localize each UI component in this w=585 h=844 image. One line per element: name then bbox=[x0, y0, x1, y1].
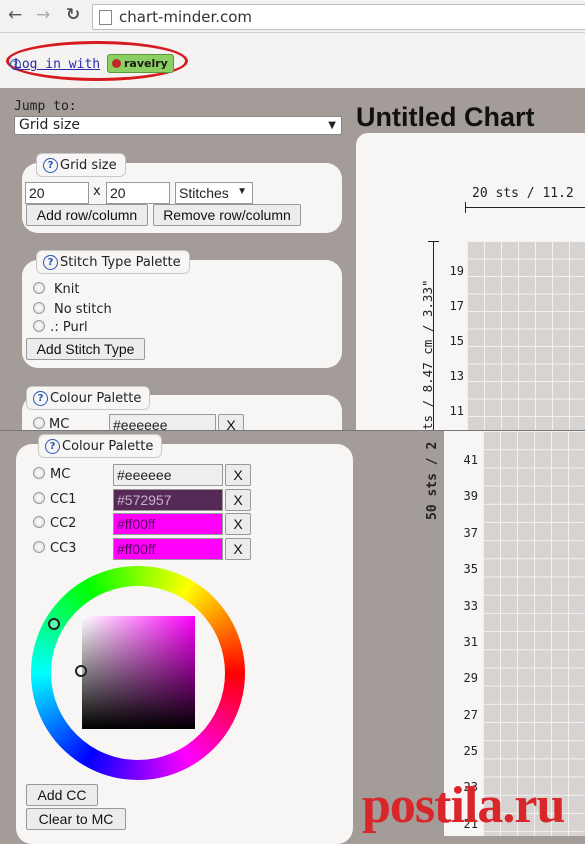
address-bar[interactable]: chart-minder.com bbox=[92, 4, 585, 30]
colour-radio-cc3[interactable] bbox=[33, 541, 45, 553]
width-measure-tick bbox=[465, 202, 466, 213]
chart-width-measure: 20 sts / 11.2 bbox=[472, 186, 574, 201]
row-number: 37 bbox=[463, 526, 478, 540]
colour-swatch-cc3[interactable]: #ff00ff bbox=[113, 538, 223, 560]
colour-swatch-cc2[interactable]: #ff00ff bbox=[113, 513, 223, 535]
row-number: 35 bbox=[463, 562, 478, 576]
row-number: 29 bbox=[463, 671, 478, 685]
colour-palette-legend: ? Colour Palette bbox=[38, 434, 163, 458]
remove-cc1-button[interactable]: X bbox=[225, 489, 251, 511]
row-number: 19 bbox=[449, 264, 464, 278]
colour-label-mc: MC bbox=[50, 467, 71, 482]
row-number: 11 bbox=[449, 404, 464, 418]
jump-selected-value: Grid size bbox=[19, 117, 80, 133]
hue-handle[interactable] bbox=[48, 618, 60, 630]
ravelry-label: ravelry bbox=[124, 57, 168, 70]
ravelry-badge[interactable]: ravelry bbox=[107, 54, 174, 73]
help-icon[interactable]: ? bbox=[43, 255, 58, 270]
stitch-radio-knit[interactable] bbox=[33, 282, 45, 294]
colour-swatch-cc1[interactable]: #572957 bbox=[113, 489, 223, 511]
chart-title: Untitled Chart bbox=[356, 102, 535, 132]
help-icon[interactable]: ? bbox=[45, 439, 60, 454]
dropdown-arrow-icon: ▼ bbox=[237, 186, 247, 197]
colour-radio-mc-top[interactable] bbox=[33, 417, 45, 429]
row-number: 13 bbox=[449, 369, 464, 383]
colour-radio-cc2[interactable] bbox=[33, 516, 45, 528]
chart-grid-top[interactable] bbox=[467, 241, 585, 431]
add-cc-button[interactable]: Add CC bbox=[26, 784, 98, 806]
dropdown-arrow-icon: ▼ bbox=[328, 120, 336, 131]
add-row-column-button[interactable]: Add row/column bbox=[26, 204, 148, 226]
row-number: 33 bbox=[463, 599, 478, 613]
colour-swatch-mc[interactable]: #eeeeee bbox=[113, 464, 223, 486]
sv-handle[interactable] bbox=[75, 665, 87, 677]
stitch-radio-no-stitch[interactable] bbox=[33, 302, 45, 314]
grid-unit-value: Stitches bbox=[179, 185, 229, 201]
stitch-palette-title: Stitch Type Palette bbox=[60, 255, 181, 270]
grid-width-input[interactable]: 20 bbox=[25, 182, 89, 204]
row-number: 41 bbox=[463, 453, 478, 467]
width-measure-line bbox=[465, 207, 585, 208]
clear-to-mc-button[interactable]: Clear to MC bbox=[26, 808, 126, 830]
ravelry-logo-icon bbox=[112, 59, 121, 68]
grid-size-legend: ? Grid size bbox=[36, 153, 126, 177]
chart-height-measure-lower: 50 sts / 2 bbox=[425, 441, 440, 520]
reload-icon[interactable]: ↻ bbox=[66, 5, 80, 25]
remove-mc-button[interactable]: X bbox=[225, 464, 251, 486]
row-number: 39 bbox=[463, 489, 478, 503]
height-measure-tick bbox=[428, 241, 439, 242]
grid-unit-select[interactable]: Stitches ▼ bbox=[175, 182, 253, 204]
stitch-label-knit: Knit bbox=[54, 282, 80, 297]
watermark-text: postila.ru bbox=[362, 777, 565, 834]
login-link[interactable]: Log in with bbox=[14, 57, 100, 72]
login-bar: ? Log in with ravelry bbox=[0, 33, 585, 88]
remove-cc3-button[interactable]: X bbox=[225, 538, 251, 560]
stitch-radio-purl[interactable] bbox=[33, 320, 45, 332]
colour-palette-title: Colour Palette bbox=[50, 391, 142, 406]
stitch-label-no-stitch: No stitch bbox=[54, 302, 112, 317]
browser-toolbar: ← → ↻ chart-minder.com bbox=[0, 0, 585, 33]
remove-cc2-button[interactable]: X bbox=[225, 513, 251, 535]
row-number: 25 bbox=[463, 744, 478, 758]
colour-palette-title: Colour Palette bbox=[62, 439, 154, 454]
remove-row-column-button[interactable]: Remove row/column bbox=[153, 204, 301, 226]
colour-label-cc3: CC3 bbox=[50, 541, 77, 556]
row-number: 15 bbox=[449, 334, 464, 348]
page-icon bbox=[99, 10, 112, 25]
help-icon[interactable]: ? bbox=[33, 391, 48, 406]
row-number: 31 bbox=[463, 635, 478, 649]
times-label: x bbox=[93, 184, 101, 199]
jump-to-select[interactable]: Grid size ▼ bbox=[14, 116, 342, 135]
jump-to-label: Jump to: bbox=[14, 99, 77, 114]
row-number: 17 bbox=[449, 299, 464, 313]
stitch-label-purl: ․: Purl bbox=[50, 320, 88, 335]
height-measure-line bbox=[433, 241, 434, 431]
grid-height-input[interactable]: 20 bbox=[106, 182, 170, 204]
forward-arrow-icon[interactable]: → bbox=[36, 5, 50, 25]
colour-label-cc1: CC1 bbox=[50, 492, 77, 507]
grid-size-title: Grid size bbox=[60, 158, 117, 173]
back-arrow-icon[interactable]: ← bbox=[8, 5, 22, 25]
colour-radio-mc[interactable] bbox=[33, 467, 45, 479]
stitch-palette-legend: ? Stitch Type Palette bbox=[36, 250, 190, 274]
saturation-value-square[interactable] bbox=[82, 616, 195, 729]
add-stitch-type-button[interactable]: Add Stitch Type bbox=[26, 338, 145, 360]
colour-palette-legend-top: ? Colour Palette bbox=[26, 386, 151, 410]
help-icon[interactable]: ? bbox=[43, 158, 58, 173]
colour-radio-cc1[interactable] bbox=[33, 492, 45, 504]
row-number: 27 bbox=[463, 708, 478, 722]
url-text: chart-minder.com bbox=[119, 8, 253, 26]
colour-label-cc2: CC2 bbox=[50, 516, 77, 531]
